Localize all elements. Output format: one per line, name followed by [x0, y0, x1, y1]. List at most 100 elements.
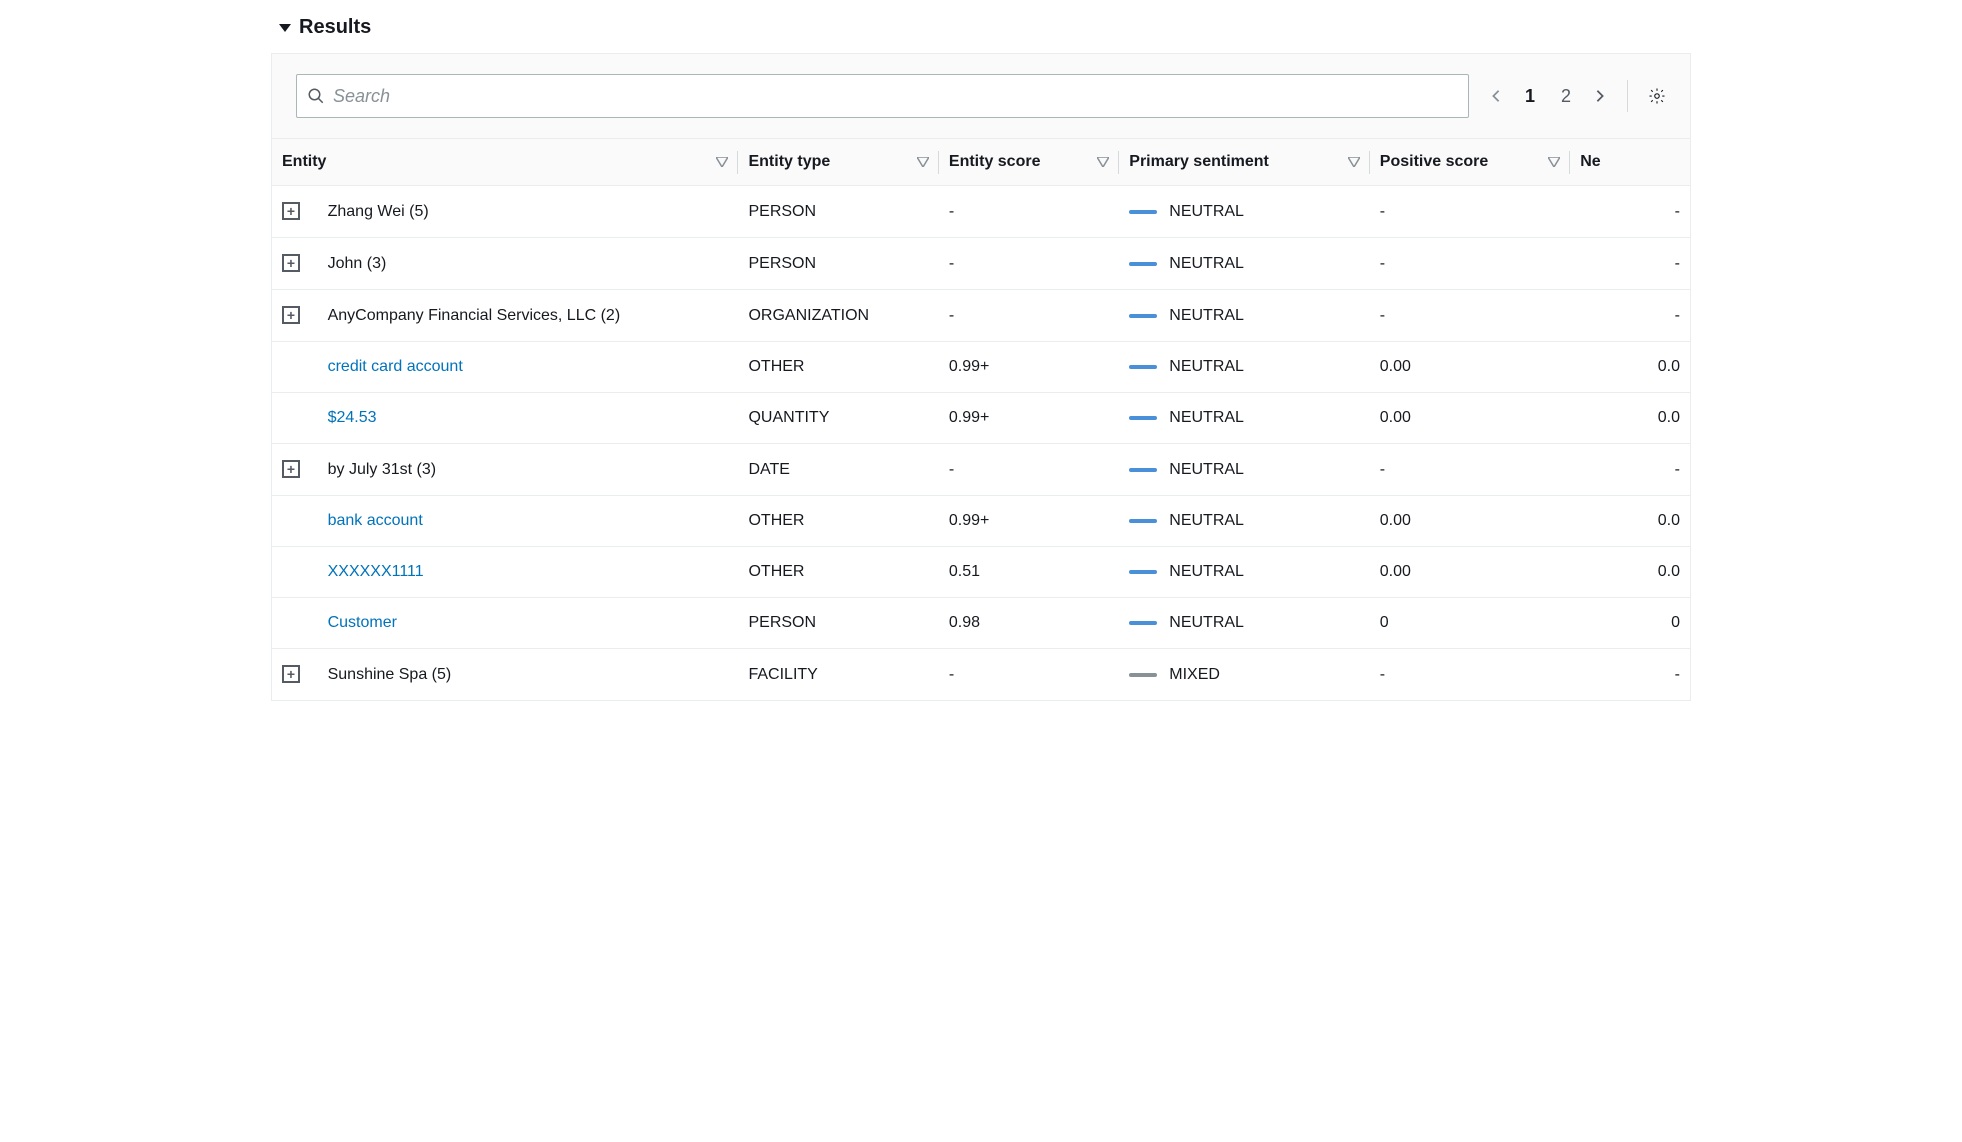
score-cell: 0.99+ — [939, 496, 1119, 547]
expand-icon[interactable]: + — [282, 665, 300, 683]
filter-icon[interactable] — [716, 157, 728, 167]
expand-icon[interactable]: + — [282, 254, 300, 272]
entity-text: Sunshine Spa (5) — [328, 666, 452, 683]
panel-title: Results — [299, 16, 371, 39]
col-score[interactable]: Entity score — [939, 139, 1119, 186]
header-type: Entity type — [748, 153, 830, 171]
entity-link[interactable]: XXXXXX1111 — [328, 563, 424, 580]
positive-cell: - — [1370, 238, 1570, 290]
type-cell: OTHER — [738, 496, 938, 547]
entity-cell: Sunshine Spa (5) — [318, 649, 739, 701]
next-page-icon[interactable] — [1593, 89, 1607, 103]
expand-icon[interactable]: + — [282, 202, 300, 220]
entity-link[interactable]: credit card account — [328, 358, 463, 375]
score-cell: 0.98 — [939, 598, 1119, 649]
header-row: Entity Entity type Entity score Primary … — [272, 139, 1691, 186]
sentiment-cell: NEUTRAL — [1119, 547, 1370, 598]
expand-cell — [272, 598, 318, 649]
sentiment-label: NEUTRAL — [1169, 409, 1244, 427]
header-score: Entity score — [949, 153, 1041, 171]
type-cell: DATE — [738, 444, 938, 496]
table-row: $24.53QUANTITY0.99+NEUTRAL0.000.0 — [272, 393, 1691, 444]
sentiment-cell: NEUTRAL — [1119, 290, 1370, 342]
type-cell: ORGANIZATION — [738, 290, 938, 342]
filter-icon[interactable] — [917, 157, 929, 167]
table-row: bank account OTHER0.99+ NEUTRAL 0.000.0 — [272, 496, 1691, 547]
score-cell: - — [939, 649, 1119, 701]
positive-cell: 0.00 — [1370, 342, 1570, 393]
sentiment-label: NEUTRAL — [1169, 563, 1244, 581]
sentiment-label: NEUTRAL — [1169, 255, 1244, 273]
score-cell: - — [939, 238, 1119, 290]
entity-cell[interactable]: bank account — [318, 496, 739, 547]
sentiment-dash-icon — [1129, 621, 1157, 625]
expand-icon[interactable]: + — [282, 306, 300, 324]
header-positive: Positive score — [1380, 153, 1489, 171]
entity-link[interactable]: Customer — [328, 614, 397, 631]
filter-icon[interactable] — [1548, 157, 1560, 167]
table-row: +John (3)PERSON-NEUTRAL-- — [272, 238, 1691, 290]
sentiment-dash-icon — [1129, 416, 1157, 420]
negative-cell: - — [1570, 444, 1690, 496]
sentiment-dash-icon — [1129, 519, 1157, 523]
negative-cell: 0 — [1570, 598, 1690, 649]
type-cell: OTHER — [738, 342, 938, 393]
type-cell: QUANTITY — [738, 393, 938, 444]
toolbar: 1 2 — [271, 53, 1691, 138]
expand-cell: + — [272, 238, 318, 290]
expand-cell — [272, 547, 318, 598]
type-cell: OTHER — [738, 547, 938, 598]
sentiment-dash-icon — [1129, 365, 1157, 369]
sentiment-cell: NEUTRAL — [1119, 496, 1370, 547]
sentiment-label: NEUTRAL — [1169, 512, 1244, 530]
prev-page-icon[interactable] — [1489, 89, 1503, 103]
filter-icon[interactable] — [1097, 157, 1109, 167]
sentiment-label: MIXED — [1169, 666, 1220, 684]
entity-cell: by July 31st (3) — [318, 444, 739, 496]
positive-cell: 0 — [1370, 598, 1570, 649]
entity-cell[interactable]: credit card account — [318, 342, 739, 393]
entity-cell[interactable]: XXXXXX1111 — [318, 547, 739, 598]
sentiment-cell: NEUTRAL — [1119, 598, 1370, 649]
col-type[interactable]: Entity type — [738, 139, 938, 186]
page-2[interactable]: 2 — [1557, 86, 1575, 107]
sentiment-cell: NEUTRAL — [1119, 393, 1370, 444]
search-input[interactable] — [325, 86, 1458, 107]
col-sentiment[interactable]: Primary sentiment — [1119, 139, 1370, 186]
sentiment-dash-icon — [1129, 210, 1157, 214]
entity-cell: Zhang Wei (5) — [318, 186, 739, 238]
entity-cell[interactable]: $24.53 — [318, 393, 739, 444]
entity-link[interactable]: $24.53 — [328, 409, 377, 426]
entity-cell[interactable]: Customer — [318, 598, 739, 649]
table-row: +Zhang Wei (5)PERSON-NEUTRAL-- — [272, 186, 1691, 238]
sentiment-label: NEUTRAL — [1169, 614, 1244, 632]
toolbar-divider — [1627, 80, 1628, 112]
sentiment-cell: NEUTRAL — [1119, 444, 1370, 496]
col-negative[interactable]: Ne — [1570, 139, 1690, 186]
sentiment-cell: NEUTRAL — [1119, 186, 1370, 238]
page-1[interactable]: 1 — [1521, 86, 1539, 107]
results-table: Entity Entity type Entity score Primary … — [271, 138, 1691, 701]
score-cell: - — [939, 444, 1119, 496]
settings-button[interactable] — [1648, 87, 1666, 105]
table-row: +by July 31st (3)DATE-NEUTRAL-- — [272, 444, 1691, 496]
negative-cell: - — [1570, 238, 1690, 290]
col-positive[interactable]: Positive score — [1370, 139, 1570, 186]
filter-icon[interactable] — [1348, 157, 1360, 167]
collapse-caret-icon[interactable] — [279, 24, 291, 32]
expand-icon[interactable]: + — [282, 460, 300, 478]
type-cell: FACILITY — [738, 649, 938, 701]
sentiment-dash-icon — [1129, 570, 1157, 574]
search-icon — [307, 87, 325, 105]
positive-cell: 0.00 — [1370, 496, 1570, 547]
type-cell: PERSON — [738, 186, 938, 238]
entity-cell: John (3) — [318, 238, 739, 290]
sentiment-dash-icon — [1129, 468, 1157, 472]
sentiment-cell: NEUTRAL — [1119, 342, 1370, 393]
sentiment-dash-icon — [1129, 262, 1157, 266]
table-row: credit card accountOTHER0.99+NEUTRAL0.00… — [272, 342, 1691, 393]
sentiment-label: NEUTRAL — [1169, 307, 1244, 325]
search-box[interactable] — [296, 74, 1469, 118]
entity-link[interactable]: bank account — [328, 512, 423, 529]
negative-cell: 0.0 — [1570, 496, 1690, 547]
